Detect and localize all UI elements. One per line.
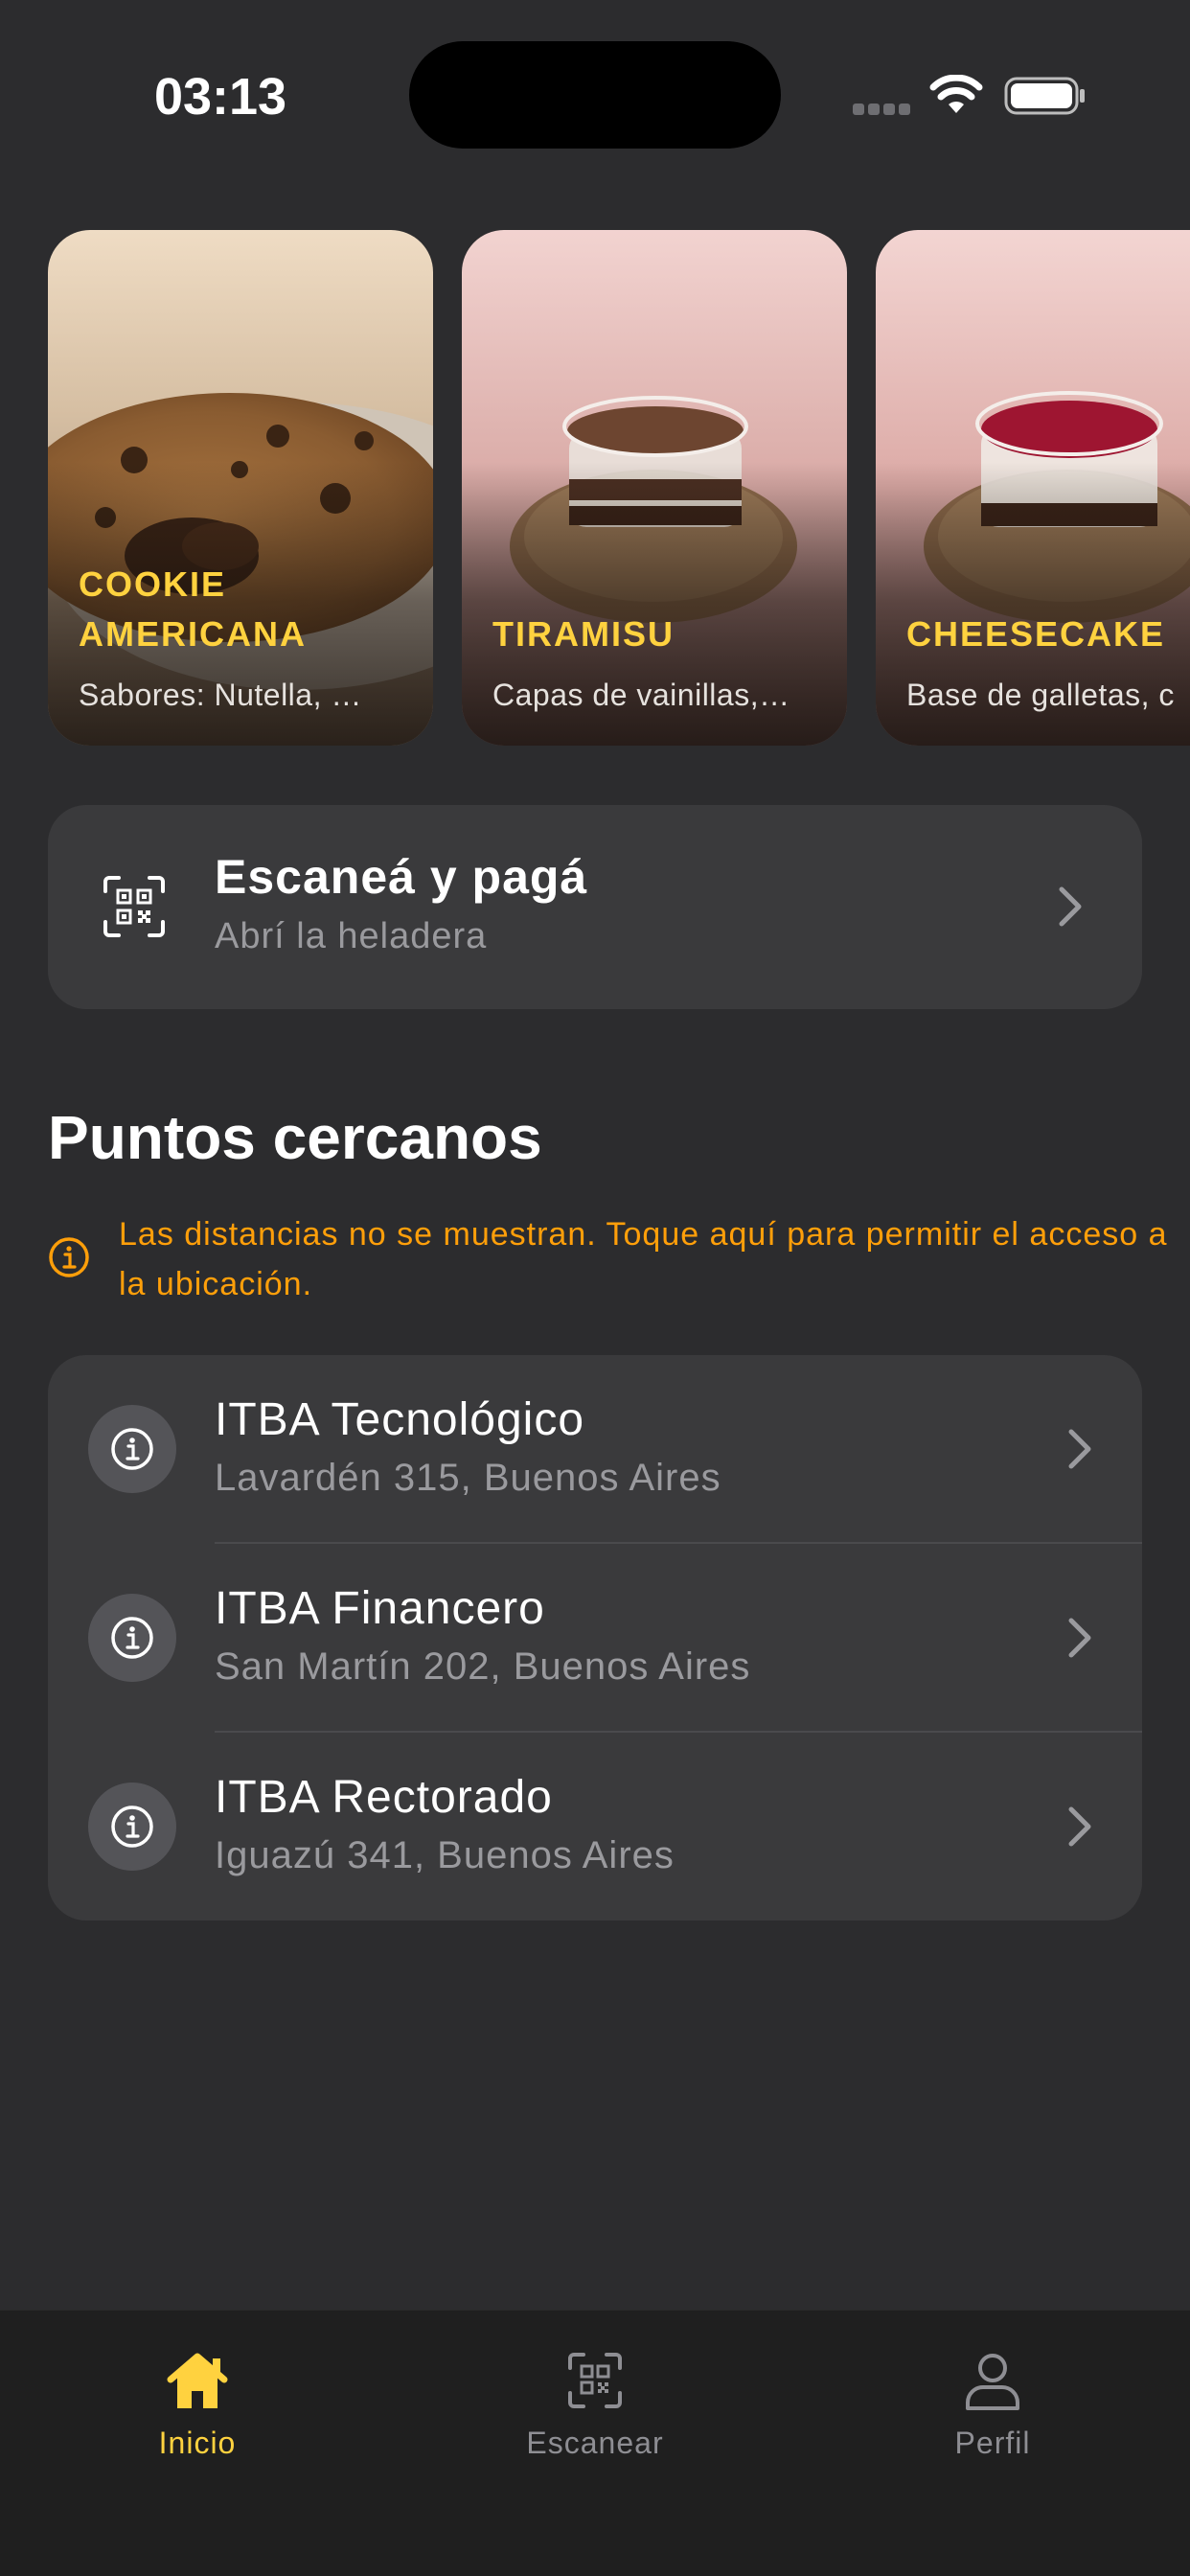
location-permission-notice[interactable]: Las distancias no se muestran. Toque aqu… [48,1209,1167,1315]
product-description: Base de galletas, c [906,678,1175,712]
status-time: 03:13 [153,68,287,126]
product-card-tiramisu[interactable]: TIRAMISU Capas de vainillas,… [462,230,847,746]
cellular-signal-icon [853,104,912,115]
info-icon [111,1428,153,1470]
location-address: Lavardén 315, Buenos Aires [215,1457,721,1499]
qr-scan-icon [568,2353,622,2408]
location-item-tecnologico[interactable]: ITBA Tecnológico Lavardén 315, Buenos Ai… [48,1355,1142,1544]
info-badge[interactable] [88,1594,176,1682]
info-badge[interactable] [88,1782,176,1871]
dynamic-island [409,41,781,149]
scan-title: Escaneá y pagá [215,850,588,904]
scan-subtitle: Abrí la heladera [215,916,488,956]
location-name: ITBA Rectorado [215,1772,553,1823]
info-icon [111,1806,153,1848]
wifi-icon [929,75,983,113]
tab-escanear[interactable]: Escanear [465,2335,714,2460]
location-name: ITBA Tecnológico [215,1394,585,1445]
location-item-financero[interactable]: ITBA Financero San Martín 202, Buenos Ai… [48,1544,1142,1733]
tab-inicio[interactable]: Inicio [67,2335,316,2460]
chevron-right-icon [1059,886,1082,927]
tab-label: Perfil [954,2426,1031,2460]
tab-perfil[interactable]: Perfil [862,2335,1111,2460]
product-carousel[interactable]: COOKIE AMERICANA Sabores: Nutella, … TIR… [0,230,1190,746]
product-name: COOKIE AMERICANA [79,564,307,654]
product-name: CHEESECAKE [906,614,1166,654]
product-description: Sabores: Nutella, … [79,678,362,712]
scan-and-pay-button[interactable]: Escaneá y pagá Abrí la heladera [48,805,1142,1009]
battery-icon [1004,77,1085,115]
location-address: Iguazú 341, Buenos Aires [215,1834,675,1876]
chevron-right-icon [1068,1618,1091,1658]
info-icon [111,1617,153,1659]
locations-list: ITBA Tecnológico Lavardén 315, Buenos Ai… [48,1355,1142,1920]
tab-label: Escanear [526,2426,664,2460]
chevron-right-icon [1068,1806,1091,1847]
product-card-cheesecake[interactable]: CHEESECAKE Base de galletas, c [876,230,1190,746]
location-address: San Martín 202, Buenos Aires [215,1645,751,1688]
tab-bar: Inicio Escanear Perfil [0,2310,1190,2576]
product-card-cookie[interactable]: COOKIE AMERICANA Sabores: Nutella, … [48,230,433,746]
tab-label: Inicio [158,2426,237,2460]
location-name: ITBA Financero [215,1583,545,1634]
person-icon [966,2354,1019,2410]
product-description: Capas de vainillas,… [492,678,790,712]
notice-text: Las distancias no se muestran. Toque aqu… [119,1216,1168,1302]
qr-scan-icon [103,876,165,937]
chevron-right-icon [1068,1429,1091,1469]
info-icon [49,1237,89,1277]
location-item-rectorado[interactable]: ITBA Rectorado Iguazú 341, Buenos Aires [48,1733,1142,1920]
section-title: Puntos cercanos [48,1103,542,1172]
product-name: TIRAMISU [492,614,675,654]
info-badge[interactable] [88,1405,176,1493]
home-icon [167,2353,228,2408]
